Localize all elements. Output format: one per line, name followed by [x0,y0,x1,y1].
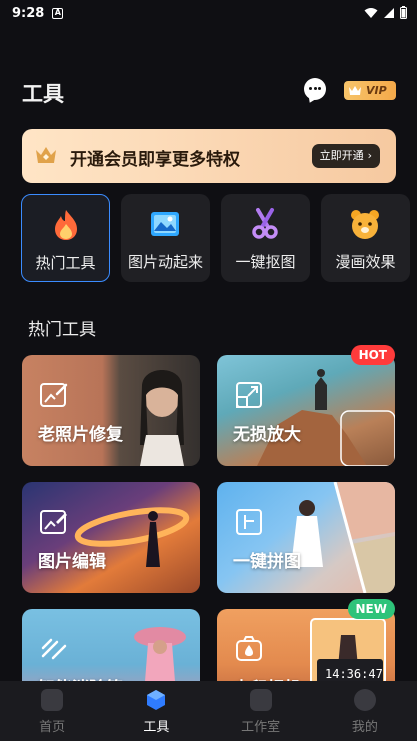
status-time: 9:28 [12,5,45,21]
category-label: 漫画效果 [335,253,396,271]
tool-label: 一键拼图 [233,552,301,572]
collage-photos-illustration [291,482,395,593]
bottom-tab-bar: 首页 工具 工作室 我的 [0,681,417,741]
studio-icon [249,689,272,711]
signal-icon [384,7,394,18]
header: 工具 VIP [22,74,397,108]
tab-label: 工具 [143,720,170,735]
category-row: 热门工具 图片动起来 一键抠图 漫画效果 [21,194,417,284]
message-icon[interactable] [304,78,326,100]
tab-label: 首页 [39,720,66,735]
notification-icon: A [52,7,64,19]
status-bar: 9:28 A [0,0,417,26]
category-animate-image[interactable]: 图片动起来 [121,194,210,282]
tool-label: 图片编辑 [38,552,106,572]
flame-icon [55,210,77,240]
tool-card-photo-restore[interactable]: 老照片修复 [22,355,200,466]
category-hot-tools[interactable]: 热门工具 [21,194,110,282]
status-indicators [364,6,407,19]
tool-card-photo-edit[interactable]: 图片编辑 [22,482,200,593]
eraser-icon [41,638,67,660]
profile-icon [353,689,376,711]
tab-label: 我的 [351,720,378,735]
image-icon [151,212,179,236]
vip-badge[interactable]: VIP [344,81,396,100]
banner-text: 开通会员即享更多特权 [70,150,240,170]
wifi-icon [364,7,378,18]
category-comic-effect[interactable]: 漫画效果 [321,194,410,282]
new-badge: NEW [347,599,395,619]
crown-icon [349,86,361,95]
tab-profile[interactable]: 我的 [313,681,417,741]
category-cutout[interactable]: 一键抠图 [221,194,310,282]
enlarge-icon [236,382,262,408]
crown-icon [36,147,56,163]
tools-hexagon-icon [147,690,166,710]
tool-label: 老照片修复 [38,425,123,445]
light-painting-illustration [74,507,190,567]
tab-label: 工作室 [241,720,281,735]
vip-label: VIP [366,84,387,97]
page-title: 工具 [22,82,64,106]
scissors-icon [252,208,278,239]
camera-icon [236,636,262,661]
tool-card-lossless-zoom[interactable]: 无损放大 HOT [217,345,395,466]
photo-edit-icon [40,510,67,534]
tab-home[interactable]: 首页 [0,681,104,741]
collage-icon [236,509,262,535]
subscribe-button-label: 立即开通 [319,149,364,162]
battery-icon [400,6,407,19]
home-icon [41,689,64,711]
tool-card-collage[interactable]: 一键拼图 [217,482,395,593]
photo-portrait-illustration [140,370,184,466]
bear-icon [351,210,379,239]
photo-repair-icon [40,383,68,407]
vip-promo-banner[interactable]: 开通会员即享更多特权 立即开通 › [22,129,396,183]
category-label: 热门工具 [35,254,96,272]
category-label: 图片动起来 [127,253,203,271]
category-label: 一键抠图 [235,253,296,271]
hot-badge: HOT [350,345,395,365]
tab-tools[interactable]: 工具 [104,681,208,741]
chevron-right-icon: › [367,149,372,162]
watermark-clock: 14:36:47 [325,667,383,681]
section-title: 热门工具 [28,320,96,340]
subscribe-button[interactable]: 立即开通 › [311,144,380,168]
cliff-hiker-illustration [257,369,395,466]
tab-studio[interactable]: 工作室 [209,681,313,741]
tool-label: 无损放大 [233,425,301,445]
